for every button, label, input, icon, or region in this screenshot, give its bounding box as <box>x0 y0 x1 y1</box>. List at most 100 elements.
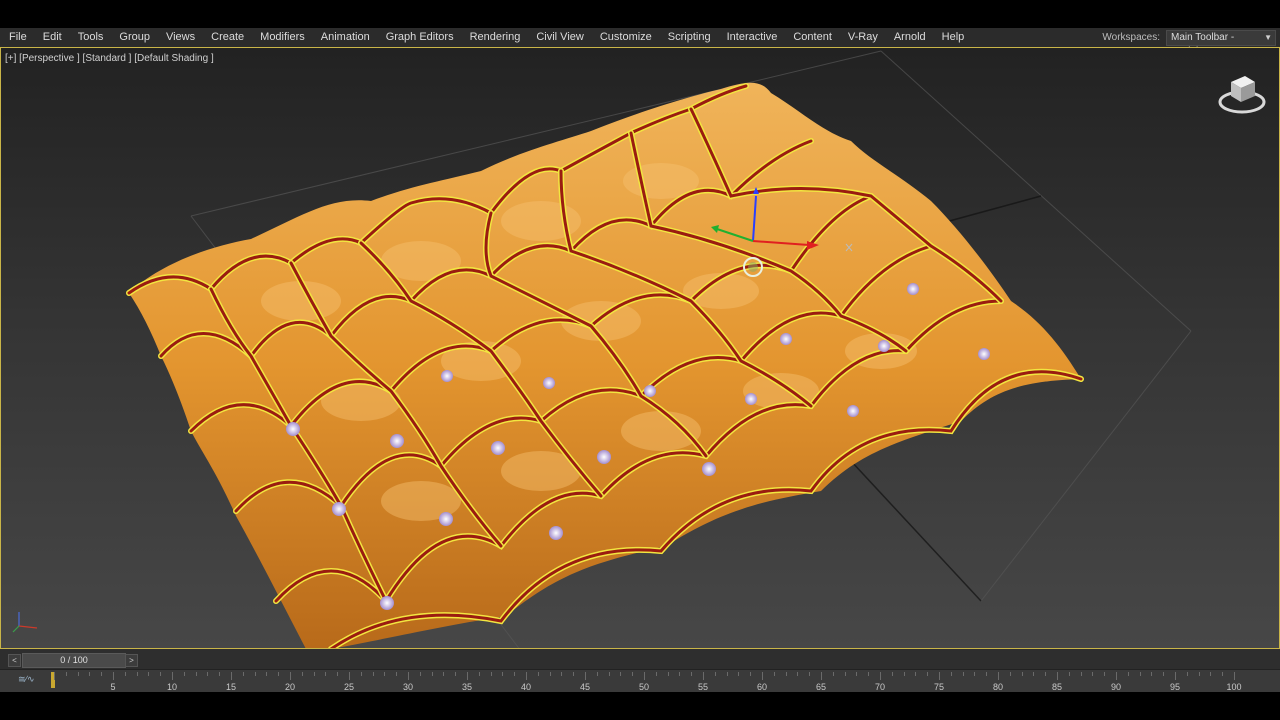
timeline-tick <box>148 672 150 676</box>
timeline-tick-label: 25 <box>343 682 355 692</box>
timeline-tick <box>655 672 657 676</box>
timeline-tick <box>443 672 445 676</box>
menu-content[interactable]: Content <box>785 28 840 47</box>
scene-render[interactable] <box>1 48 1279 648</box>
timeline-tick <box>915 672 917 676</box>
timeline-tick <box>1104 672 1106 676</box>
timeline-tick <box>1092 672 1094 676</box>
timeline-tick <box>714 672 716 676</box>
timeline-tick <box>880 672 881 680</box>
timeline-tick <box>644 672 645 680</box>
timeline-tick <box>313 672 315 676</box>
menu-file[interactable]: File <box>0 28 35 47</box>
timeline-tick-label: 20 <box>284 682 296 692</box>
timeline-tick <box>773 672 775 676</box>
time-slider-bar: < 0 / 100 > <box>0 649 1280 669</box>
timeline-tick <box>679 672 681 676</box>
timeline-tick <box>396 672 398 676</box>
timeline-tick <box>797 672 799 676</box>
next-frame-button[interactable]: > <box>125 654 138 667</box>
timeline-tick <box>785 672 787 676</box>
timeline-tick <box>1068 672 1070 676</box>
timeline-tick <box>278 672 280 676</box>
timeline-tick-label: 75 <box>933 682 945 692</box>
timeline-tick <box>998 672 999 680</box>
timeline-tick <box>172 672 173 680</box>
menu-modifiers[interactable]: Modifiers <box>252 28 313 47</box>
timeline-tick-label: 10 <box>166 682 178 692</box>
timeline-tick <box>1151 672 1153 676</box>
timeline-tick <box>266 672 268 676</box>
timeline-tick <box>868 672 870 676</box>
viewport-label[interactable]: [+] [Perspective ] [Standard ] [Default … <box>5 53 214 64</box>
timeline-tick <box>1198 672 1200 676</box>
menu-help[interactable]: Help <box>934 28 973 47</box>
timeline-tick <box>1222 672 1224 676</box>
chevron-left-icon: < <box>12 656 17 665</box>
timeline-tick <box>372 672 374 676</box>
dropdown-arrow-icon: ▼ <box>1264 32 1272 42</box>
menu-civil-view[interactable]: Civil View <box>528 28 591 47</box>
timeline-tick <box>77 672 79 676</box>
timeline-tick <box>844 672 846 676</box>
timeline-tick-label: 35 <box>461 682 473 692</box>
timeline-tick <box>325 672 327 676</box>
timeline-tick <box>254 672 256 676</box>
timeline-tick <box>467 672 468 680</box>
timeline-tick <box>927 672 929 676</box>
menu-create[interactable]: Create <box>203 28 252 47</box>
menu-views[interactable]: Views <box>158 28 203 47</box>
menu-edit[interactable]: Edit <box>35 28 70 47</box>
timeline-tick <box>821 672 822 680</box>
timeline-tick-label: 40 <box>520 682 532 692</box>
timeline-tick <box>1163 672 1165 676</box>
timeline-tick-label: 5 <box>110 682 116 692</box>
timeline-tick <box>349 672 350 680</box>
menu-scripting[interactable]: Scripting <box>660 28 719 47</box>
timeline-tick <box>1009 672 1011 676</box>
menu-rendering[interactable]: Rendering <box>462 28 529 47</box>
timeline-tick <box>1033 672 1035 676</box>
timeline-tick <box>691 672 693 676</box>
timeline-tick <box>431 672 433 676</box>
menu-arnold[interactable]: Arnold <box>886 28 934 47</box>
timeline-tick-label: 45 <box>579 682 591 692</box>
timeline-tick <box>573 672 575 676</box>
timeline-tick <box>1139 672 1141 676</box>
workspace-dropdown[interactable]: Main Toolbar - modular ▼ <box>1166 29 1276 57</box>
menu-graph-editors[interactable]: Graph Editors <box>378 28 462 47</box>
timeline-tick <box>384 672 386 676</box>
prev-frame-button[interactable]: < <box>8 654 21 667</box>
timeline-tick <box>301 672 303 676</box>
menu-interactive[interactable]: Interactive <box>719 28 786 47</box>
track-bar-ticks: 5 10 15 20 25 30 35 40 45 50 55 60 65 70 75 80 85 90 95 100 <box>44 672 1244 692</box>
timeline-tick <box>549 672 551 676</box>
timeline-tick <box>195 672 197 676</box>
perspective-viewport[interactable]: [+] [Perspective ] [Standard ] [Default … <box>0 47 1280 649</box>
menu-group[interactable]: Group <box>111 28 158 47</box>
track-bar[interactable]: ≅∕∿ 5 10 15 20 25 30 35 40 45 50 55 60 65 70 75 80 85 90 9… <box>0 669 1280 692</box>
timeline-tick-label: 80 <box>992 682 1004 692</box>
timeline-tick <box>101 672 103 676</box>
viewcube-icon[interactable] <box>1217 68 1267 116</box>
timeline-tick <box>490 672 492 676</box>
timeline-tick <box>514 672 516 676</box>
timeline-tick <box>65 672 67 676</box>
timeline-tick <box>231 672 232 680</box>
letterbox-bottom <box>0 692 1280 720</box>
timeline-tick <box>703 672 704 680</box>
timeline-tick <box>1175 672 1176 680</box>
menu-tools[interactable]: Tools <box>70 28 112 47</box>
shell-surface <box>129 82 1081 648</box>
timeline-tick <box>408 672 409 680</box>
curve-editor-icon[interactable]: ≅∕∿ <box>18 674 35 685</box>
time-slider[interactable]: 0 / 100 <box>22 653 126 668</box>
timeline-tick <box>1186 672 1188 676</box>
menu-vray[interactable]: V-Ray <box>840 28 886 47</box>
timeline-tick <box>1234 672 1235 680</box>
menu-customize[interactable]: Customize <box>592 28 660 47</box>
menu-animation[interactable]: Animation <box>313 28 378 47</box>
timeline-tick <box>207 672 209 676</box>
timeline-tick <box>856 672 858 676</box>
timeline-tick <box>962 672 964 676</box>
